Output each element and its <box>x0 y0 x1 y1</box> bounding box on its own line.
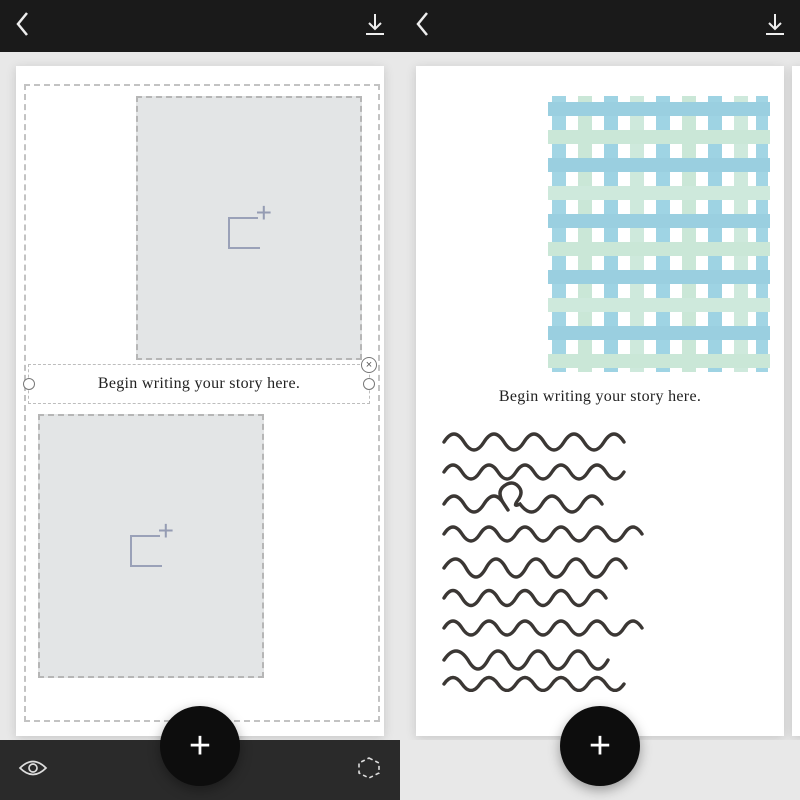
image-placeholder-bottom[interactable]: + <box>38 414 264 678</box>
add-element-button[interactable]: + <box>560 706 640 786</box>
download-button[interactable] <box>764 12 786 41</box>
story-page[interactable]: Begin writing your story here. <box>416 66 784 736</box>
image-placeholder-top[interactable]: + <box>136 96 362 360</box>
editor-screen-empty: + Begin writing your story here. × + <box>0 0 400 800</box>
back-button[interactable] <box>414 10 432 43</box>
user-image-plaid[interactable] <box>548 96 770 372</box>
chevron-left-icon <box>414 10 432 38</box>
download-button[interactable] <box>364 12 386 41</box>
plus-icon: + <box>589 725 611 768</box>
eye-icon <box>18 758 48 778</box>
story-page[interactable]: + Begin writing your story here. × + <box>16 66 384 736</box>
user-image-scribble[interactable] <box>438 422 728 692</box>
resize-handle-right[interactable] <box>363 378 375 390</box>
plus-icon: + <box>158 521 174 541</box>
back-button[interactable] <box>14 10 32 43</box>
editor-screen-filled: Begin writing your story here. <box>400 0 800 800</box>
add-image-icon: + <box>224 203 274 253</box>
top-bar <box>0 0 400 52</box>
story-caption-text: Begin writing your story here. <box>499 388 701 405</box>
layers-button[interactable] <box>356 755 382 786</box>
story-caption[interactable]: Begin writing your story here. <box>416 388 784 406</box>
download-icon <box>764 12 786 36</box>
resize-handle-left[interactable] <box>23 378 35 390</box>
top-bar <box>400 0 800 52</box>
side-by-side-screens: + Begin writing your story here. × + <box>0 0 800 800</box>
story-text-placeholder: Begin writing your story here. <box>98 375 300 393</box>
plus-icon: + <box>189 725 211 768</box>
add-image-icon: + <box>126 521 176 571</box>
bottom-toolbar: + <box>0 740 400 800</box>
next-page-peek[interactable] <box>792 66 800 736</box>
canvas-stage[interactable]: Begin writing your story here. <box>400 52 800 740</box>
hexagon-dashed-icon <box>356 755 382 781</box>
chevron-left-icon <box>14 10 32 38</box>
preview-button[interactable] <box>18 758 48 783</box>
story-text-field[interactable]: Begin writing your story here. × <box>28 364 370 404</box>
canvas-stage[interactable]: + Begin writing your story here. × + <box>0 52 400 740</box>
download-icon <box>364 12 386 36</box>
add-element-button[interactable]: + <box>160 706 240 786</box>
bottom-toolbar: + <box>400 740 800 800</box>
delete-handle[interactable]: × <box>361 357 377 373</box>
plus-icon: + <box>256 203 272 223</box>
